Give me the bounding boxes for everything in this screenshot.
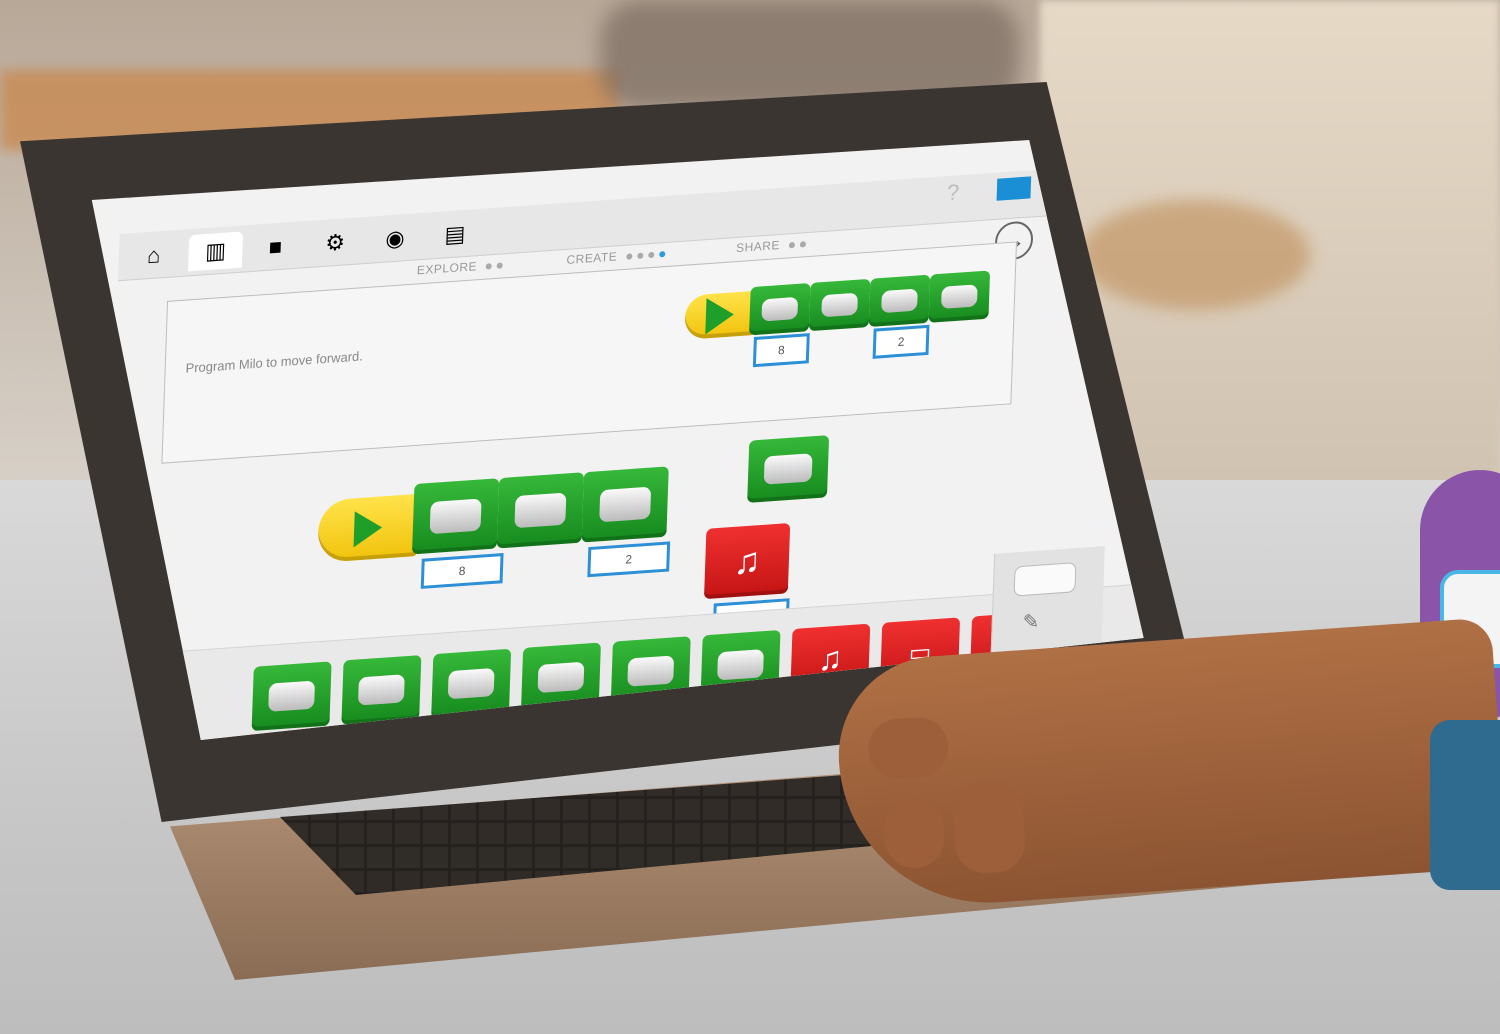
play-icon [353,509,383,548]
step-label: EXPLORE [416,259,478,278]
step-explore[interactable]: EXPLORE [417,257,503,277]
user-hand [832,617,1500,913]
task-panel: Program Milo to move forward. 8 2 [161,241,1017,464]
example-motor-power-block [749,282,811,336]
param-time[interactable]: 2 [587,541,671,578]
notes-icon[interactable]: ▤ [427,215,482,255]
motor-off-icon [763,453,813,485]
motor-icon [599,486,652,523]
motor-icon [821,292,858,318]
motor-off-block[interactable] [747,435,830,503]
music-note-icon: ♫ [732,539,762,583]
user-finger [950,780,1027,876]
example-motor-off-block [928,270,991,323]
app-window: ⌂ ▥ ■ ⚙ ◉ ▤ ? EXPLORE CREATE SHARE ← → P… [92,140,1144,740]
laptop-screen: ⌂ ▥ ■ ⚙ ◉ ▤ ? EXPLORE CREATE SHARE ← → P… [91,140,1144,740]
motor-icon [429,498,482,534]
example-param-time: 2 [872,324,930,359]
motor-icon [514,492,567,528]
background-stool [1080,200,1310,310]
palette-motor-on-for-block[interactable] [341,655,422,725]
example-motor-on-for-block [868,274,931,328]
motor-icon [941,284,978,309]
user-finger [881,796,947,871]
example-param-power: 8 [752,333,810,368]
sensor-category-icon[interactable]: ✎ [1022,609,1040,635]
task-instruction: Program Milo to move forward. [185,348,364,376]
bricks-icon[interactable]: ■ [248,227,303,267]
help-button[interactable]: ? [947,179,960,206]
motor-icon [357,673,406,706]
start-block[interactable] [317,493,420,564]
user-finger [866,715,951,781]
example-motor-direction-block [808,278,871,332]
library-icon[interactable]: ▥ [188,231,244,272]
param-power[interactable]: 8 [420,553,504,589]
palette-category-selector[interactable]: ✎ [990,546,1105,655]
step-share[interactable]: SHARE [736,236,806,255]
motor-icon [626,654,675,688]
motor-direction-block[interactable] [496,472,585,549]
example-start-block [684,290,756,340]
light-icon [716,648,765,681]
palette-motor-power-block[interactable] [251,661,332,732]
step-label: SHARE [735,237,781,256]
blue-window-button[interactable] [996,176,1032,201]
gear-icon[interactable]: ⚙ [308,223,363,263]
motor-on-for-block[interactable] [581,466,669,543]
motor-icon [447,667,495,700]
motor-power-block[interactable] [411,478,500,555]
camera-icon[interactable]: ◉ [368,219,423,259]
motor-icon [881,288,918,313]
step-label: CREATE [566,249,618,267]
sound-block[interactable]: ♫ [703,522,791,600]
motor-icon [761,297,799,322]
user-sleeve [1430,720,1500,890]
motor-icon [267,680,316,713]
play-icon [705,296,735,335]
step-create[interactable]: CREATE [566,246,666,267]
motor-category-icon[interactable] [1013,562,1077,597]
motor-icon [537,661,585,694]
home-icon[interactable]: ⌂ [126,236,181,276]
